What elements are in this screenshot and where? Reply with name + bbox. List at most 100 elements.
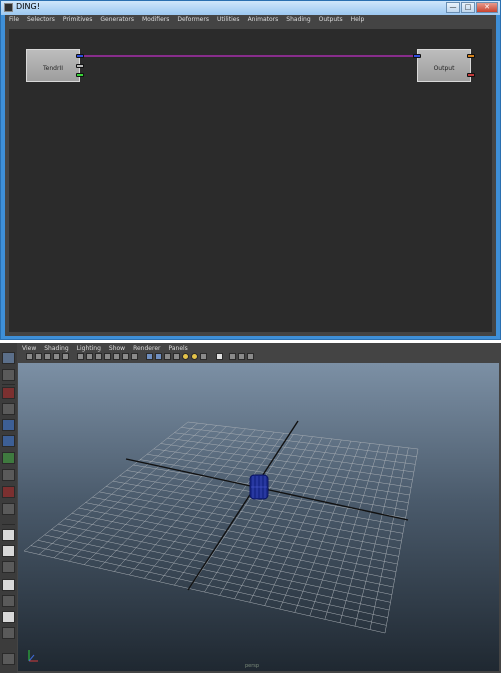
paint-select-tool-icon[interactable]: [2, 387, 15, 399]
textured-icon[interactable]: [164, 353, 171, 360]
perspective-viewport[interactable]: persp: [18, 363, 499, 671]
wireframe-on-shaded-icon[interactable]: [155, 353, 162, 360]
show-manipulator-tool-icon[interactable]: [2, 486, 15, 498]
output-port-gray[interactable]: [76, 64, 84, 68]
persp-hypershade-layout-icon[interactable]: [2, 611, 15, 623]
isolate-select-icon[interactable]: [216, 353, 223, 360]
select-tool-icon[interactable]: [2, 352, 15, 364]
smooth-shade-icon[interactable]: [146, 353, 153, 360]
menu-deformers[interactable]: Deformers: [173, 15, 213, 25]
grid-toggle-icon[interactable]: [62, 353, 69, 360]
persp-outliner-layout-icon[interactable]: [2, 579, 15, 591]
panel-toolbar: [22, 353, 501, 362]
input-port-blue[interactable]: [413, 54, 421, 58]
maya-main-panel: View Shading Lighting Show Renderer Pane…: [0, 343, 501, 673]
axis-gizmo: [28, 650, 38, 662]
safe-title-icon[interactable]: [122, 353, 129, 360]
rotate-tool-icon[interactable]: [2, 419, 15, 431]
minimize-button[interactable]: —: [446, 2, 460, 13]
app-icon: [4, 3, 13, 12]
shadows-icon[interactable]: [191, 353, 198, 360]
grid-line: [187, 421, 419, 450]
last-tool-icon[interactable]: [2, 503, 15, 515]
tire-object[interactable]: [249, 474, 269, 500]
persp-graph-layout-icon[interactable]: [2, 595, 15, 607]
output-port-green[interactable]: [76, 73, 84, 77]
close-button[interactable]: ✕: [476, 2, 498, 13]
panel-menu-shading[interactable]: Shading: [40, 345, 72, 352]
grid-line: [234, 437, 323, 599]
menu-selectors[interactable]: Selectors: [23, 15, 59, 25]
camera-attributes-icon[interactable]: [35, 353, 42, 360]
toolbox-divider: [2, 384, 15, 385]
side-by-side-layout-icon[interactable]: [2, 561, 15, 573]
camera-label: persp: [245, 663, 260, 669]
field-chart-icon[interactable]: [104, 353, 111, 360]
node-output[interactable]: Output: [417, 49, 471, 82]
panel-menu-renderer[interactable]: Renderer: [129, 345, 164, 352]
bookmarks-icon[interactable]: [44, 353, 51, 360]
grid-line: [294, 442, 361, 613]
panel-menu-panels[interactable]: Panels: [164, 345, 191, 352]
gate-mask-icon[interactable]: [95, 353, 102, 360]
menu-generators[interactable]: Generators: [96, 15, 138, 25]
grid-line: [219, 436, 313, 596]
menu-outputs[interactable]: Outputs: [315, 15, 347, 25]
grid-svg: [23, 420, 419, 662]
menu-primitives[interactable]: Primitives: [59, 15, 97, 25]
graph-canvas-frame: TendrII Output: [5, 25, 496, 336]
node-label: Output: [433, 65, 455, 72]
move-tool-icon[interactable]: [2, 403, 15, 415]
menu-utilities[interactable]: Utilities: [213, 15, 244, 25]
output-port-red[interactable]: [467, 73, 475, 77]
select-camera-icon[interactable]: [26, 353, 33, 360]
grid-line: [181, 427, 417, 457]
grid-line: [369, 447, 409, 630]
antialiasing-icon[interactable]: [238, 353, 245, 360]
menu-file[interactable]: File: [5, 15, 23, 25]
single-pane-layout-icon[interactable]: [2, 529, 15, 541]
script-editor-icon[interactable]: [2, 653, 15, 665]
grid-line: [174, 432, 416, 465]
window-title: DING!: [16, 2, 40, 11]
default-light-icon[interactable]: [182, 353, 189, 360]
scale-tool-icon[interactable]: [2, 435, 15, 447]
menu-modifiers[interactable]: Modifiers: [138, 15, 173, 25]
menu-shading[interactable]: Shading: [282, 15, 314, 25]
panel-menu-bar: View Shading Lighting Show Renderer Pane…: [18, 344, 501, 352]
menu-bar: File Selectors Primitives Generators Mod…: [5, 15, 496, 25]
xray-icon[interactable]: [200, 353, 207, 360]
image-plane-icon[interactable]: [53, 353, 60, 360]
ground-grid: [23, 421, 419, 634]
resolution-gate-icon[interactable]: [86, 353, 93, 360]
menu-animators[interactable]: Animators: [244, 15, 283, 25]
grid-line: [324, 444, 380, 620]
output-port-blue[interactable]: [76, 54, 84, 58]
title-bar[interactable]: DING! — □ ✕: [1, 1, 500, 15]
safe-action-icon[interactable]: [113, 353, 120, 360]
panel-menu-lighting[interactable]: Lighting: [73, 345, 105, 352]
film-gate-icon[interactable]: [77, 353, 84, 360]
soft-mod-tool-icon[interactable]: [2, 469, 15, 481]
lasso-tool-icon[interactable]: [2, 369, 15, 381]
node-label: TendrII: [43, 65, 63, 72]
window-controls: — □ ✕: [446, 2, 498, 14]
grid-line: [339, 445, 390, 623]
z-axis-line: [187, 420, 299, 591]
grid-line: [167, 437, 414, 473]
node-tendril[interactable]: TendrII: [26, 49, 80, 82]
ambient-occlusion-icon[interactable]: [229, 353, 236, 360]
wireframe-icon[interactable]: [131, 353, 138, 360]
depth-of-field-icon[interactable]: [247, 353, 254, 360]
output-port-orange[interactable]: [467, 54, 475, 58]
menu-help[interactable]: Help: [347, 15, 369, 25]
use-all-lights-icon[interactable]: [173, 353, 180, 360]
toolbox-divider: [2, 524, 15, 525]
panel-menu-view[interactable]: View: [18, 345, 40, 352]
maximize-button[interactable]: □: [461, 2, 475, 13]
outliner-layout-icon[interactable]: [2, 627, 15, 639]
manipulator-tool-icon[interactable]: [2, 452, 15, 464]
panel-menu-show[interactable]: Show: [105, 345, 129, 352]
node-graph-canvas[interactable]: TendrII Output: [9, 29, 492, 332]
four-pane-layout-icon[interactable]: [2, 545, 15, 557]
